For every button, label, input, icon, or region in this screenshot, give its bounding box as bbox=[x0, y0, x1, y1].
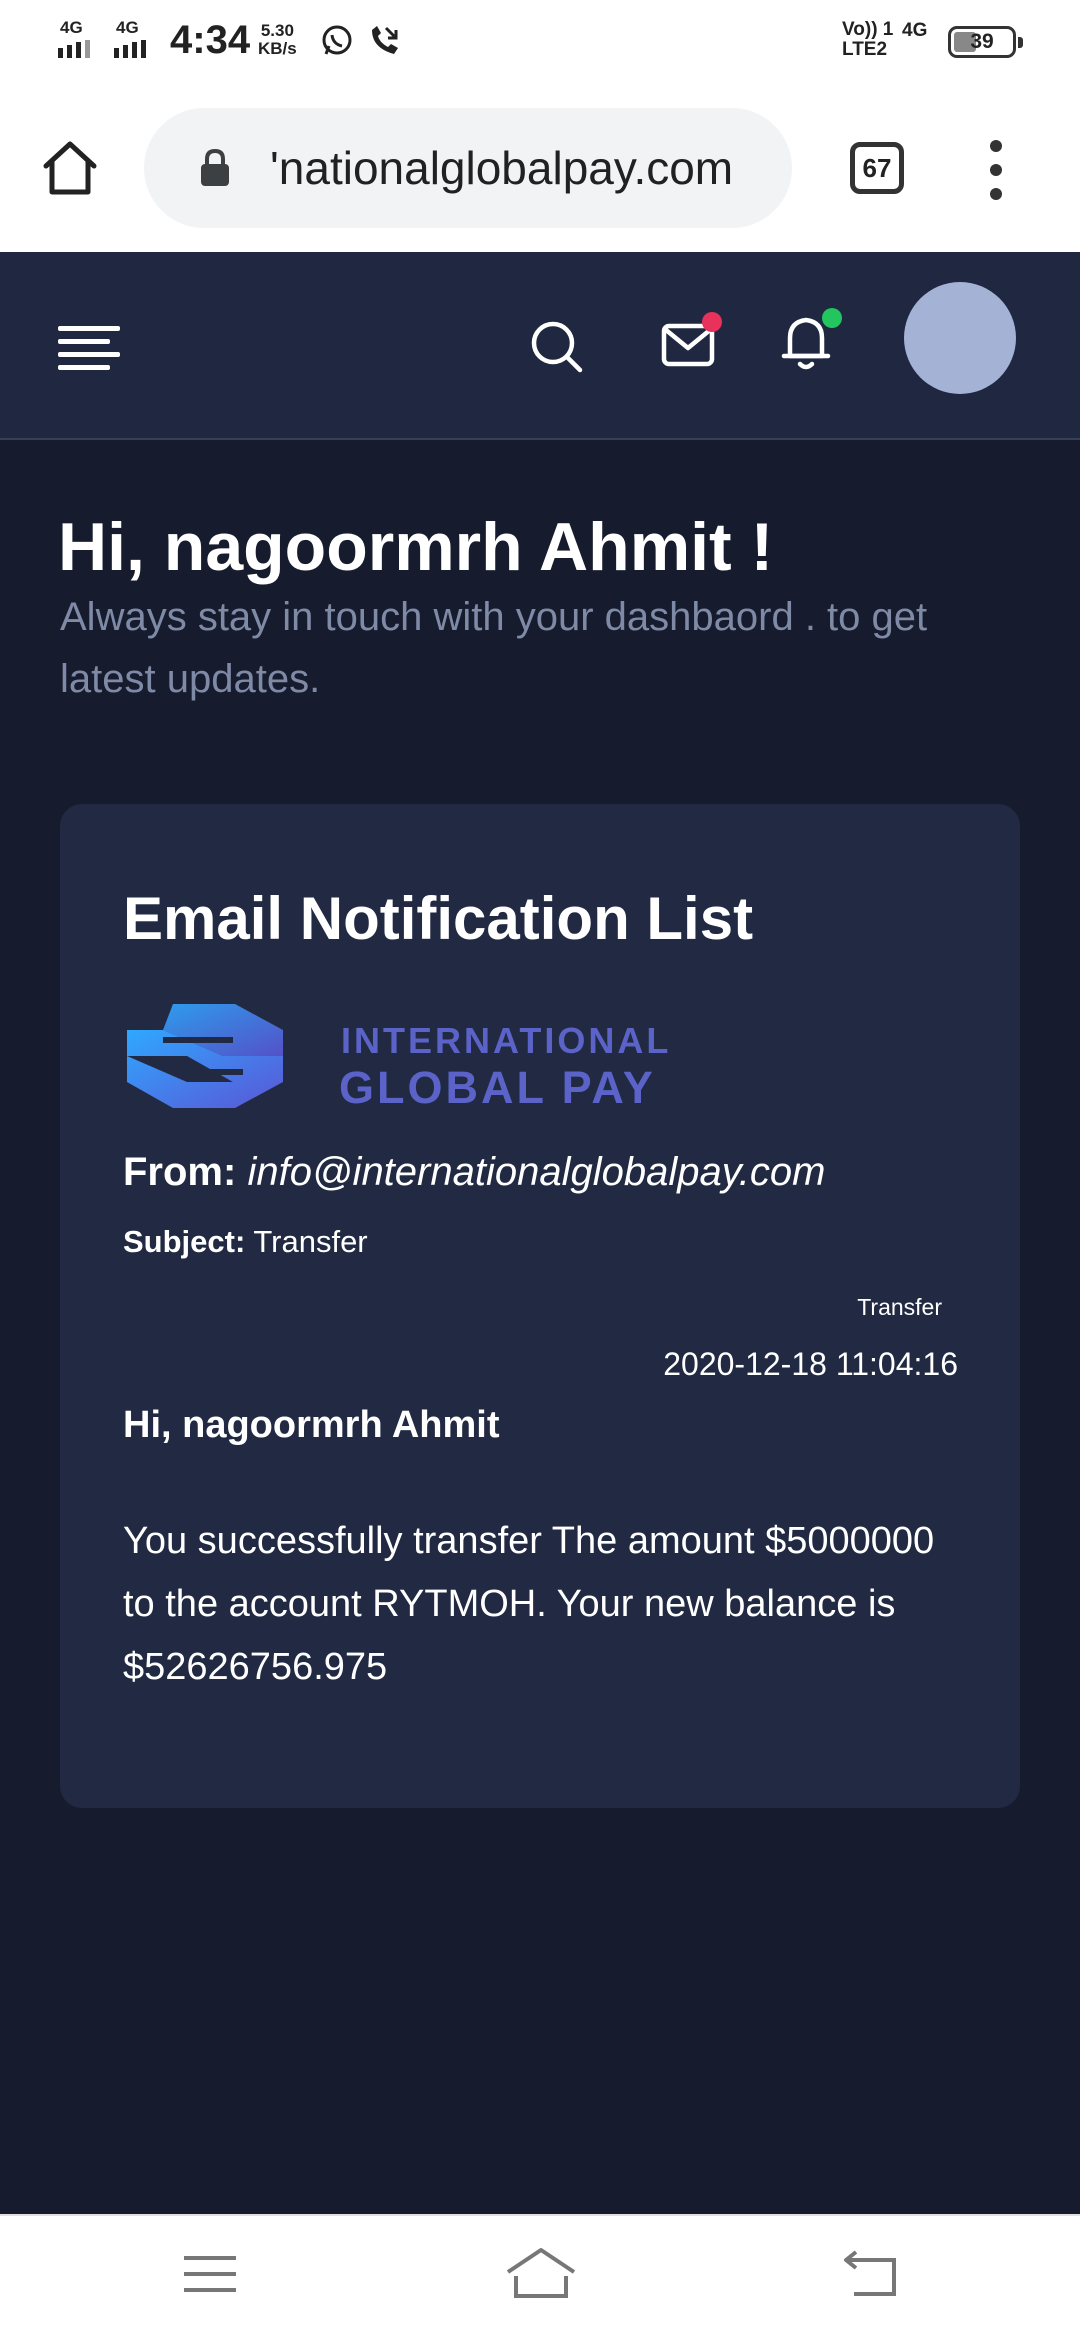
missed-call-icon bbox=[372, 26, 398, 54]
network-type-1: 4G bbox=[60, 18, 83, 37]
email-notification-card: Email Notification List INTERNATIONAL GL… bbox=[60, 804, 1020, 1808]
volte-line-2: LTE2 bbox=[842, 39, 888, 60]
international-global-pay-logo: INTERNATIONAL GLOBAL PAY bbox=[123, 1000, 723, 1113]
notification-datetime: 2020-12-18 11:04:16 bbox=[663, 1346, 958, 1382]
search-icon[interactable] bbox=[528, 318, 586, 376]
system-nav-bar bbox=[0, 2214, 1080, 2340]
mail-button[interactable] bbox=[660, 312, 722, 372]
network-type-right: 4G bbox=[902, 20, 928, 41]
status-bar: 4G 4G 4:34 5.30 KB/s Vo)) 1 LTE2 4G 39 bbox=[0, 0, 1080, 84]
message-greeting: Hi, nagoormrh Ahmit bbox=[123, 1404, 500, 1446]
page-subtitle: Always stay in touch with your dashbaord… bbox=[60, 595, 928, 701]
volte-line-1: Vo)) 1 bbox=[842, 19, 894, 40]
message-body: You successfully transfer The amount $50… bbox=[123, 1520, 935, 1688]
notifications-button[interactable] bbox=[780, 308, 842, 374]
signal-bars-icon bbox=[58, 40, 90, 58]
lock-icon[interactable] bbox=[198, 148, 232, 188]
mail-badge bbox=[702, 312, 722, 332]
recent-apps-icon[interactable] bbox=[184, 2254, 236, 2294]
avatar[interactable] bbox=[904, 282, 1016, 394]
more-vert-icon[interactable] bbox=[982, 140, 1010, 200]
clock: 4:34 bbox=[170, 18, 251, 62]
notification-type-label: Transfer bbox=[857, 1294, 942, 1320]
card-title: Email Notification List bbox=[123, 885, 754, 952]
logo-mark-icon bbox=[127, 1004, 283, 1108]
speed-value: 5.30 bbox=[260, 21, 294, 40]
logo-text-line-1: INTERNATIONAL bbox=[341, 1020, 672, 1061]
tab-switcher-button[interactable]: 67 bbox=[850, 142, 904, 194]
bell-badge bbox=[822, 308, 842, 328]
app-header bbox=[0, 252, 1080, 440]
home-icon[interactable] bbox=[38, 136, 102, 200]
address-bar[interactable]: 'nationalglobalpay.com bbox=[144, 108, 792, 228]
volte-indicator: Vo)) 1 LTE2 bbox=[842, 20, 893, 60]
signal-bars-icon bbox=[114, 40, 146, 58]
back-icon[interactable] bbox=[842, 2250, 898, 2298]
from-email[interactable]: info@internationalglobalpay.com bbox=[247, 1150, 825, 1194]
subject-label: Subject: bbox=[123, 1224, 246, 1259]
subject-row: Subject: Transfer bbox=[123, 1224, 368, 1260]
battery-level: 39 bbox=[970, 30, 994, 53]
browser-toolbar: 'nationalglobalpay.com 67 bbox=[0, 84, 1080, 252]
network-type-2: 4G bbox=[116, 18, 139, 37]
subject-value: Transfer bbox=[253, 1224, 368, 1259]
url-text[interactable]: 'nationalglobalpay.com bbox=[270, 141, 733, 195]
from-row: From: info@internationalglobalpay.com bbox=[123, 1150, 825, 1195]
from-label: From: bbox=[123, 1150, 237, 1194]
whatsapp-icon bbox=[322, 25, 352, 55]
network-speed: 5.30 KB/s bbox=[258, 22, 297, 58]
speed-unit: KB/s bbox=[258, 39, 297, 58]
home-icon[interactable] bbox=[506, 2246, 576, 2300]
battery-icon: 39 bbox=[948, 26, 1023, 58]
page-greeting: Hi, nagoormrh Ahmit ! bbox=[58, 509, 774, 585]
logo-text-line-2: GLOBAL PAY bbox=[339, 1062, 656, 1113]
hamburger-icon[interactable] bbox=[58, 324, 122, 372]
